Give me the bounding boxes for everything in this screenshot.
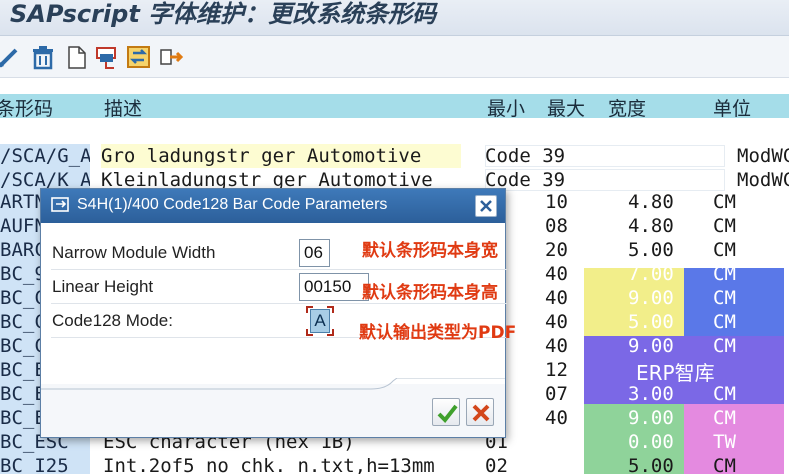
cell-unit[interactable]: ModWC — [737, 144, 789, 168]
cell-unit[interactable]: CM — [713, 238, 736, 262]
column-header-width[interactable]: 宽度 — [608, 94, 646, 121]
cell-width[interactable]: 9.00 — [628, 286, 674, 310]
cell-unit[interactable]: CM — [713, 214, 736, 238]
dialog-footer — [41, 378, 505, 437]
cell-max[interactable]: 40 — [545, 406, 568, 430]
cell-width[interactable]: 9.00 — [628, 334, 674, 358]
barcode-parameters-dialog: S4H(1)/400 Code128 Bar Code Parameters N… — [40, 188, 507, 438]
column-header-max[interactable]: 最大 — [547, 94, 585, 121]
narrow-module-width-label: Narrow Module Width — [52, 243, 216, 262]
cell-width[interactable]: 5.00 — [628, 310, 674, 334]
copy-icon[interactable] — [94, 44, 120, 70]
new-document-icon[interactable] — [64, 44, 90, 70]
cell-max[interactable]: 07 — [545, 382, 568, 406]
cell-max[interactable]: 40 — [545, 262, 568, 286]
checkmark-icon — [437, 404, 458, 424]
cell-max[interactable]: 08 — [545, 214, 568, 238]
cell-unit[interactable]: ModWC — [737, 168, 789, 192]
cell-max[interactable]: 40 — [545, 286, 568, 310]
cell-unit[interactable]: CM — [713, 454, 736, 474]
cell-width[interactable]: 5.00 — [628, 454, 674, 474]
cell-unit[interactable]: TW — [713, 430, 736, 454]
title-bar: SAPscript 字体维护：更改系统条形码 — [0, 0, 789, 36]
code128-mode-label: Code128 Mode: — [52, 311, 173, 330]
cell-max[interactable]: 20 — [545, 238, 568, 262]
application-toolbar — [0, 36, 789, 78]
cell-code[interactable]: /SCA/G_A — [0, 144, 90, 168]
compare-icon[interactable] — [126, 44, 152, 70]
cell-unit[interactable]: CM — [713, 262, 736, 286]
cancel-button[interactable] — [466, 398, 494, 426]
cell-unit[interactable]: CM — [713, 310, 736, 334]
cell-unit[interactable]: CM — [713, 334, 736, 358]
transport-icon[interactable] — [158, 44, 184, 70]
code128-mode-input[interactable]: A — [310, 309, 330, 333]
column-header-unit[interactable]: 单位 — [713, 94, 751, 121]
table-header: 条形码 描述 最小 最大 宽度 单位 — [0, 94, 789, 121]
footer-divider — [41, 378, 505, 390]
annotation-width: 默认条形码本身宽 — [362, 241, 498, 261]
cell-min[interactable]: 02 — [485, 454, 508, 474]
cell-unit[interactable]: CM — [713, 190, 736, 214]
cell-width[interactable]: 0.00 — [628, 430, 674, 454]
dialog-title-bar[interactable]: S4H(1)/400 Code128 Bar Code Parameters — [41, 189, 505, 223]
cancel-icon — [472, 404, 490, 422]
cell-unit[interactable]: CM — [713, 406, 736, 430]
narrow-module-width-input[interactable]: 06 — [299, 239, 330, 267]
column-header-code[interactable]: 条形码 — [0, 94, 53, 121]
confirm-button[interactable] — [432, 398, 460, 426]
column-header-description[interactable]: 描述 — [104, 94, 142, 121]
cell-description[interactable]: Gro ladungstr ger Automotive — [101, 144, 461, 168]
cell-max[interactable]: 12 — [545, 358, 568, 382]
cell-description[interactable]: Int.2of5 no chk. n.txt,h=13mm — [103, 454, 463, 474]
annotation-height: 默认条形码本身高 — [362, 283, 498, 303]
cell-code[interactable]: BC_I25 — [0, 454, 90, 474]
delete-icon[interactable] — [30, 44, 56, 70]
cell-max[interactable]: 10 — [545, 190, 568, 214]
linear-height-label: Linear Height — [52, 277, 154, 296]
watermark-text: ERP智库 — [636, 361, 715, 385]
cell-min[interactable]: Code 39 — [485, 144, 565, 168]
cell-max[interactable]: 40 — [545, 334, 568, 358]
cell-width[interactable]: 4.80 — [628, 214, 674, 238]
cell-unit[interactable]: CM — [713, 286, 736, 310]
cell-width[interactable]: 7.00 — [628, 262, 674, 286]
column-header-min[interactable]: 最小 — [487, 94, 525, 121]
window-icon — [51, 196, 71, 214]
linear-height-input[interactable]: 00150 — [299, 273, 369, 301]
table-row[interactable]: BC_I25 Int.2of5 no chk. n.txt,h=13mm 02 … — [0, 454, 789, 474]
code128-mode-field[interactable]: A — [306, 306, 334, 336]
cell-unit[interactable]: CM — [713, 382, 736, 406]
cell-max[interactable]: 40 — [545, 310, 568, 334]
cell-width[interactable]: 5.00 — [628, 238, 674, 262]
edit-icon[interactable] — [0, 44, 22, 70]
close-button[interactable] — [475, 195, 497, 217]
window-title: SAPscript 字体维护：更改系统条形码 — [10, 0, 437, 28]
close-icon — [480, 200, 492, 212]
table-row[interactable]: /SCA/G_A Gro ladungstr ger Automotive Co… — [0, 144, 789, 168]
annotation-mode: 默认输出类型为PDF — [359, 323, 517, 343]
cell-width[interactable]: 9.00 — [628, 406, 674, 430]
cell-width[interactable]: 4.80 — [628, 190, 674, 214]
dialog-title: S4H(1)/400 Code128 Bar Code Parameters — [77, 196, 388, 213]
